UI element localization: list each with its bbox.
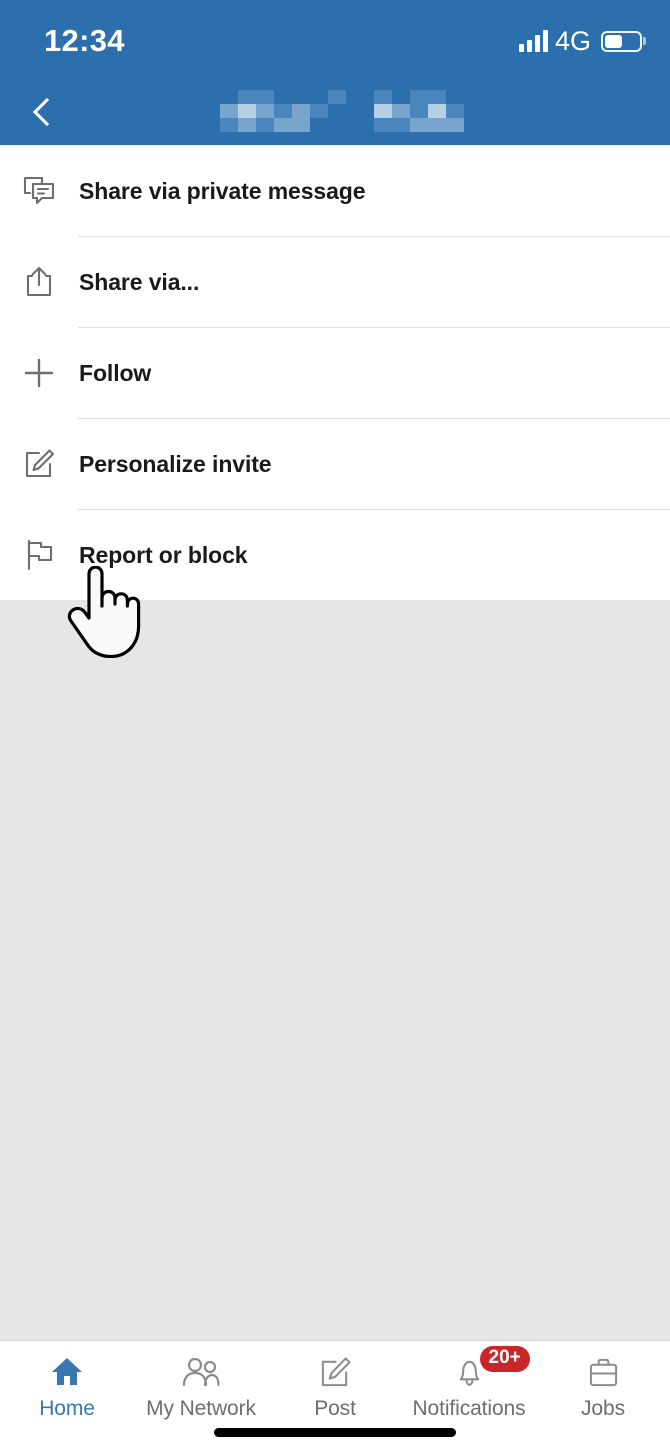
chevron-left-icon: [33, 97, 61, 125]
bell-icon: 20+: [453, 1353, 486, 1391]
signal-bars-icon: [519, 30, 548, 52]
home-icon: [50, 1353, 84, 1391]
page-title-redacted: [220, 90, 482, 132]
briefcase-icon: [587, 1353, 620, 1391]
pencil-edit-icon: [22, 447, 78, 481]
tab-label: My Network: [146, 1397, 256, 1421]
action-sheet: Share via private message Share via... F…: [0, 145, 670, 600]
home-indicator-bar: [214, 1428, 456, 1437]
nav-bar: [0, 78, 670, 145]
redacted-word: [374, 90, 482, 132]
back-button[interactable]: [0, 78, 88, 145]
menu-item-label: Personalize invite: [79, 451, 272, 478]
menu-item-report-or-block[interactable]: Report or block: [0, 510, 670, 600]
flag-icon: [22, 538, 78, 572]
menu-item-share-via[interactable]: Share via...: [0, 237, 670, 327]
tab-label: Home: [39, 1397, 95, 1421]
battery-icon: [601, 31, 642, 52]
tab-post[interactable]: Post: [268, 1353, 402, 1421]
menu-item-label: Report or block: [79, 542, 247, 569]
tab-home[interactable]: Home: [0, 1353, 134, 1421]
tab-my-network[interactable]: My Network: [134, 1353, 268, 1421]
status-bar: 12:34 4G: [0, 0, 670, 78]
menu-item-label: Share via...: [79, 269, 199, 296]
tab-jobs[interactable]: Jobs: [536, 1353, 670, 1421]
notification-badge: 20+: [480, 1346, 530, 1372]
menu-item-personalize-invite[interactable]: Personalize invite: [0, 419, 670, 509]
menu-item-label: Share via private message: [79, 178, 365, 205]
tab-notifications[interactable]: 20+ Notifications: [402, 1353, 536, 1421]
tab-label: Notifications: [412, 1397, 525, 1421]
post-edit-icon: [319, 1353, 352, 1391]
menu-item-follow[interactable]: Follow: [0, 328, 670, 418]
redacted-word: [220, 90, 364, 132]
share-upload-icon: [22, 265, 78, 299]
plus-icon: [22, 356, 78, 390]
message-bubbles-icon: [22, 174, 78, 208]
people-icon: [182, 1353, 220, 1391]
menu-item-share-via-private-message[interactable]: Share via private message: [0, 146, 670, 236]
network-type-label: 4G: [555, 26, 591, 57]
menu-item-label: Follow: [79, 360, 151, 387]
status-time: 12:34: [44, 19, 125, 59]
status-indicators: 4G: [519, 22, 642, 57]
tab-label: Post: [314, 1397, 356, 1421]
tab-label: Jobs: [581, 1397, 625, 1421]
